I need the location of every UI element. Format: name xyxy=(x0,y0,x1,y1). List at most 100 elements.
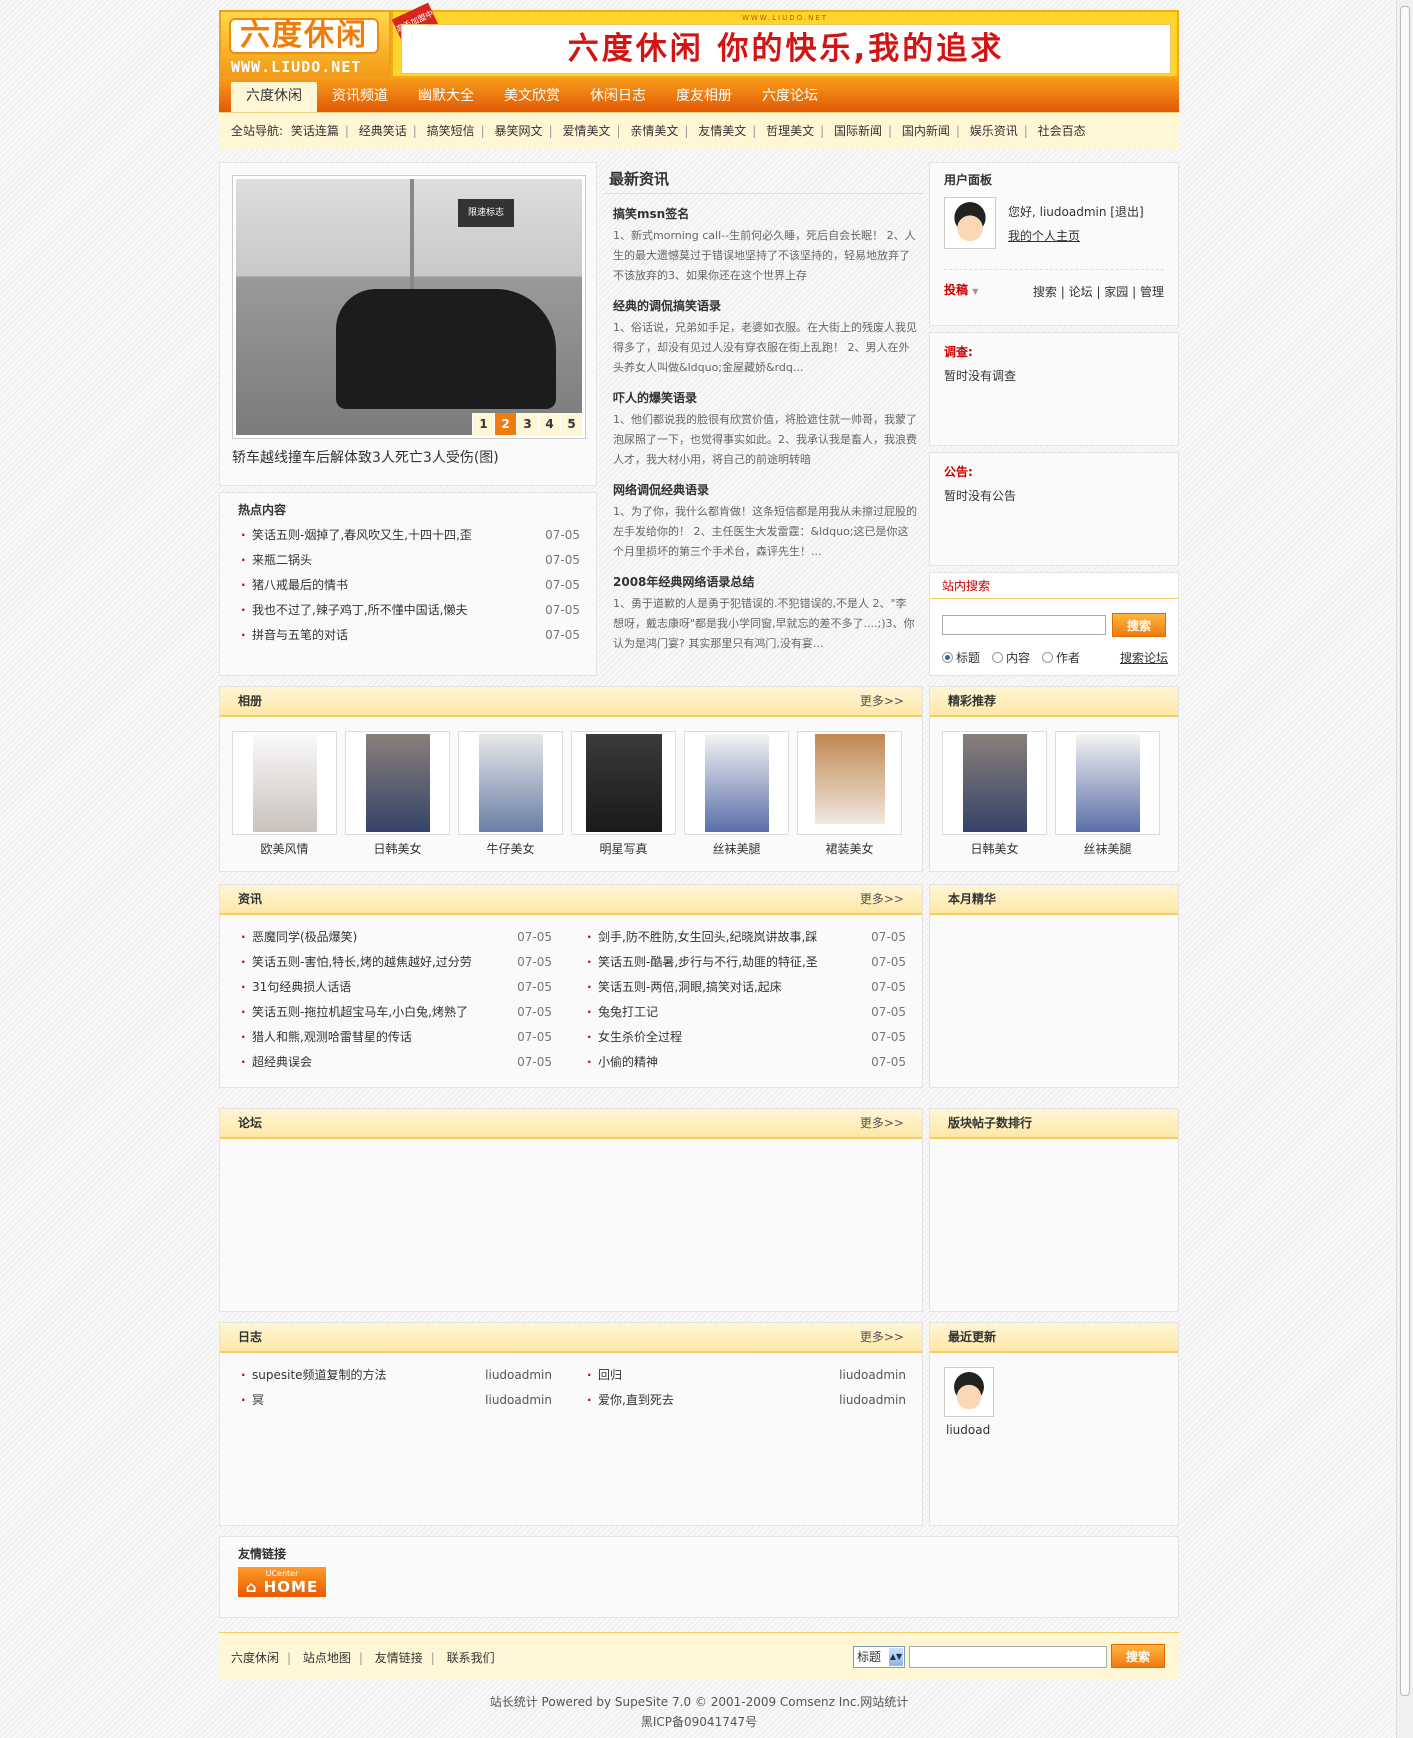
nav-tab-news[interactable]: 资讯频道 xyxy=(317,82,403,112)
list-item[interactable]: 我也不过了,辣子鸡丁,所不懂中国话,懒夫07-05 xyxy=(238,598,580,623)
newsbox-more-link[interactable]: 更多>> xyxy=(860,885,904,913)
subnav-link[interactable]: 亲情美文 xyxy=(630,124,678,138)
subnav-link[interactable]: 暴笑网文 xyxy=(495,124,543,138)
news-item-title[interactable]: 网络调侃经典语录 xyxy=(613,478,917,502)
forum-more-link[interactable]: 更多>> xyxy=(860,1109,904,1137)
friend-links-title: 友情链接 xyxy=(238,1547,287,1561)
album-thumb[interactable]: 丝袜美腿 xyxy=(684,731,789,857)
site-logo[interactable]: 六度休闲 WWW.LIUDO.NET xyxy=(219,10,391,78)
list-item[interactable]: 剑手,防不胜防,女生回头,纪晓岚讲故事,踩07-05 xyxy=(584,925,906,950)
news-box: 资讯 更多>> 恶魔同学(极品爆笑)07-05 笑话五则-害怕,特长,烤的越焦越好… xyxy=(219,884,923,1088)
footer-link[interactable]: 站点地图 xyxy=(303,1651,351,1665)
recommend-thumb[interactable]: 丝袜美腿 xyxy=(1055,731,1160,857)
list-item[interactable]: 恶魔同学(极品爆笑)07-05 xyxy=(238,925,552,950)
search-option-author[interactable]: 作者 xyxy=(1042,649,1080,666)
pager-page-2[interactable]: 2 xyxy=(494,413,516,435)
recommend-thumb[interactable]: 日韩美女 xyxy=(942,731,1047,857)
search-forum-link[interactable]: 搜索论坛 xyxy=(1120,649,1168,666)
pager-page-3[interactable]: 3 xyxy=(516,413,538,435)
list-item[interactable]: 笑话五则-害怕,特长,烤的越焦越好,过分劳07-05 xyxy=(238,950,552,975)
list-item[interactable]: 笑话五则-烟掉了,春风吹又生,十四十四,歪07-05 xyxy=(238,523,580,548)
list-item[interactable]: 31句经典损人话语07-05 xyxy=(238,975,552,1000)
news-item-title[interactable]: 搞笑msn签名 xyxy=(613,202,917,226)
list-item[interactable]: 来瓶二锅头07-05 xyxy=(238,548,580,573)
user-link-admin[interactable]: 管理 xyxy=(1140,285,1164,299)
list-item[interactable]: 猎人和熊,观测哈雷彗星的传话07-05 xyxy=(238,1025,552,1050)
album-thumb[interactable]: 牛仔美女 xyxy=(458,731,563,857)
news-item-desc: 1、新式morning call--生前何必久睡，死后自会长眠！ 2、人生的最大… xyxy=(613,229,916,282)
footer-search-button[interactable]: 搜索 xyxy=(1111,1644,1165,1668)
recent-user-name[interactable]: liudoad xyxy=(946,1423,990,1437)
user-link-search[interactable]: 搜索 xyxy=(1033,285,1057,299)
footer-link[interactable]: 六度休闲 xyxy=(231,1651,279,1665)
nav-tab-blog[interactable]: 休闲日志 xyxy=(575,82,661,112)
list-item[interactable]: 笑话五则-酷暑,步行与不行,劫匪的特征,圣07-05 xyxy=(584,950,906,975)
user-greeting[interactable]: 您好, liudoadmin [退出] xyxy=(1008,203,1144,220)
copyright-text: 站长统计 Powered by SupeSite 7.0 © 2001-2009… xyxy=(489,1695,909,1709)
user-link-forum[interactable]: 论坛 xyxy=(1069,285,1093,299)
list-item[interactable]: 回归liudoadmin xyxy=(584,1363,906,1388)
pager-page-1[interactable]: 1 xyxy=(472,413,494,435)
list-item[interactable]: 猪八戒最后的情书07-05 xyxy=(238,573,580,598)
footer-search-type-select[interactable]: 标题 ▲▼ xyxy=(853,1646,905,1668)
news-item: 网络调侃经典语录 1、为了你，我什么都肯做！这条短信都是用我从未擦过屁股的左手发… xyxy=(603,470,923,562)
nav-tab-humor[interactable]: 幽默大全 xyxy=(403,82,489,112)
subnav-link[interactable]: 哲理美文 xyxy=(766,124,814,138)
list-item[interactable]: 冥liudoadmin xyxy=(238,1388,552,1413)
subnav-link[interactable]: 爱情美文 xyxy=(562,124,610,138)
subnav-link[interactable]: 娱乐资讯 xyxy=(970,124,1018,138)
news-item-title[interactable]: 吓人的爆笑语录 xyxy=(613,386,917,410)
list-item[interactable]: 笑话五则-两倍,洞眼,搞笑对话,起床07-05 xyxy=(584,975,906,1000)
news-item-title[interactable]: 2008年经典网络语录总结 xyxy=(613,570,917,594)
news-item-title[interactable]: 经典的调侃搞笑语录 xyxy=(613,294,917,318)
album-thumb[interactable]: 欧美风情 xyxy=(232,731,337,857)
nav-tab-home[interactable]: 六度休闲 xyxy=(231,82,317,112)
subnav-link[interactable]: 笑话连篇 xyxy=(291,124,339,138)
album-thumb[interactable]: 裙装美女 xyxy=(797,731,902,857)
list-item[interactable]: 超经典误会07-05 xyxy=(238,1050,552,1075)
my-homepage-link[interactable]: 我的个人主页 xyxy=(1008,227,1080,244)
subnav-link[interactable]: 搞笑短信 xyxy=(427,124,475,138)
search-input[interactable] xyxy=(942,615,1106,635)
avatar[interactable] xyxy=(944,1367,994,1417)
scrollbar-thumb[interactable] xyxy=(1400,6,1410,1696)
post-dropdown[interactable]: 投稿 ▼ xyxy=(944,281,978,298)
ucenter-home-link[interactable]: UCenter ⌂ HOME xyxy=(238,1567,326,1597)
list-item[interactable]: 笑话五则-拖拉机超宝马车,小白兔,烤熟了07-05 xyxy=(238,1000,552,1025)
album-more-link[interactable]: 更多>> xyxy=(860,687,904,715)
subnav-link[interactable]: 社会百态 xyxy=(1038,124,1086,138)
nav-tab-articles[interactable]: 美文欣赏 xyxy=(489,82,575,112)
blog-more-link[interactable]: 更多>> xyxy=(860,1323,904,1351)
footer-link[interactable]: 联系我们 xyxy=(447,1651,495,1665)
focus-image[interactable]: 限速标志 1 2 3 4 5 xyxy=(232,175,586,439)
header: 六度休闲 WWW.LIUDO.NET 高手加盟中 WWW.LIUDO.NET 六… xyxy=(219,2,1179,78)
avatar[interactable] xyxy=(944,197,996,249)
user-link-home[interactable]: 家园 xyxy=(1104,285,1128,299)
nav-tab-album[interactable]: 度友相册 xyxy=(661,82,747,112)
list-item[interactable]: 兔兔打工记07-05 xyxy=(584,1000,906,1025)
subnav-link[interactable]: 国内新闻 xyxy=(902,124,950,138)
subnav-link[interactable]: 经典笑话 xyxy=(359,124,407,138)
footer-link[interactable]: 友情链接 xyxy=(375,1651,423,1665)
icp-number[interactable]: 黑ICP备09041747号 xyxy=(219,1712,1179,1732)
search-button[interactable]: 搜索 xyxy=(1112,613,1166,637)
pager-page-4[interactable]: 4 xyxy=(538,413,560,435)
header-banner[interactable]: 高手加盟中 WWW.LIUDO.NET 六度休闲 你的快乐,我的追求 xyxy=(391,2,1179,78)
search-option-content[interactable]: 内容 xyxy=(992,649,1030,666)
focus-caption[interactable]: 轿车越线撞车后解体致3人死亡3人受伤(图) xyxy=(232,447,499,467)
subnav-link[interactable]: 友情美文 xyxy=(698,124,746,138)
list-item[interactable]: 小偷的精神07-05 xyxy=(584,1050,906,1075)
list-item[interactable]: 女生杀价全过程07-05 xyxy=(584,1025,906,1050)
album-thumb[interactable]: 明星写真 xyxy=(571,731,676,857)
pager-page-5[interactable]: 5 xyxy=(560,413,582,435)
banner-slogan: 六度休闲 你的快乐,我的追求 xyxy=(401,24,1171,74)
album-thumb[interactable]: 日韩美女 xyxy=(345,731,450,857)
subnav-link[interactable]: 国际新闻 xyxy=(834,124,882,138)
search-option-title[interactable]: 标题 xyxy=(942,649,980,666)
list-item[interactable]: 爱你,直到死去liudoadmin xyxy=(584,1388,906,1413)
list-item[interactable]: 拼音与五笔的对话07-05 xyxy=(238,623,580,648)
list-item[interactable]: supesite频道复制的方法liudoadmin xyxy=(238,1363,552,1388)
page-scrollbar[interactable] xyxy=(1396,0,1413,1738)
nav-tab-forum[interactable]: 六度论坛 xyxy=(747,82,833,112)
footer-search-input[interactable] xyxy=(909,1646,1107,1668)
